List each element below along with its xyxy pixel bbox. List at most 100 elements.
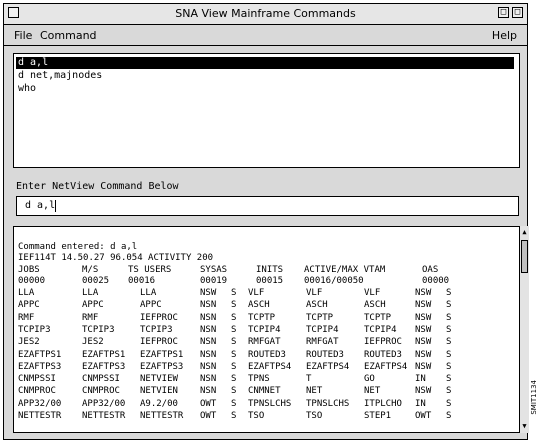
table-cell: NETTESTR bbox=[18, 411, 62, 421]
table-cell: APP32/00 bbox=[18, 398, 62, 409]
menu-bar: File Command Help bbox=[4, 25, 527, 46]
table-cell: EZAFTPS3 bbox=[140, 361, 184, 372]
table-cell: S bbox=[231, 300, 237, 311]
table-cell: S bbox=[231, 386, 237, 397]
table-cell: EZAFTPS1 bbox=[140, 349, 184, 360]
table-cell: EZAFTPS4 bbox=[364, 361, 408, 372]
table-cell: LLA bbox=[82, 288, 99, 298]
table-cell: TCPIP4 bbox=[248, 324, 281, 335]
table-cell: CNMPSSI bbox=[82, 374, 120, 385]
table-cell: EZAFTPS4 bbox=[306, 361, 350, 372]
table-cell: NSN bbox=[200, 300, 217, 311]
table-cell: S bbox=[446, 288, 452, 298]
table-cell: S bbox=[446, 411, 452, 421]
table-cell: TSO bbox=[248, 411, 265, 421]
history-item[interactable]: d net,majnodes bbox=[16, 70, 102, 82]
figure-caption: SMIT1134 bbox=[530, 380, 538, 415]
table-cell: CNMPROC bbox=[18, 386, 56, 397]
table-cell: IEFPROC bbox=[140, 312, 178, 323]
table-cell: OWT bbox=[200, 411, 217, 421]
history-item[interactable]: who bbox=[16, 83, 36, 95]
table-cell: IEFPROC bbox=[364, 337, 402, 348]
table-cell: OAS bbox=[422, 265, 439, 275]
table-cell: ROUTED3 bbox=[306, 349, 344, 360]
output-scrollbar[interactable]: ▲ ▼ bbox=[519, 226, 529, 433]
table-cell: S bbox=[231, 349, 237, 360]
table-cell: STEP1 bbox=[364, 411, 392, 421]
table-cell: TCPIP3 bbox=[18, 324, 51, 335]
table-cell: EZAFTPS1 bbox=[82, 349, 126, 360]
table-cell: ASCH bbox=[248, 300, 270, 311]
app-window: SNA View Mainframe Commands □ □ File Com… bbox=[3, 3, 529, 440]
table-cell: NETTESTR bbox=[82, 411, 126, 421]
table-cell: RMFGAT bbox=[248, 337, 281, 348]
table-cell: 00015 bbox=[256, 276, 284, 286]
table-cell: TCPIP4 bbox=[364, 324, 397, 335]
menu-command[interactable]: Command bbox=[40, 29, 97, 42]
table-cell: ACTIVE/MAX VTAM bbox=[304, 265, 386, 275]
table-cell: S bbox=[446, 398, 452, 409]
command-history-list[interactable]: d a,l d net,majnodes who bbox=[13, 53, 520, 168]
table-cell: EZAFTPS3 bbox=[18, 361, 62, 372]
table-cell: NET bbox=[306, 386, 323, 397]
table-cell: CNMPROC bbox=[82, 386, 120, 397]
table-cell: LLA bbox=[140, 288, 157, 298]
table-cell: EZAFTPS3 bbox=[82, 361, 126, 372]
table-cell: EZAFTPS4 bbox=[248, 361, 292, 372]
table-cell: S bbox=[231, 312, 237, 323]
table-cell: RMF bbox=[18, 312, 35, 323]
table-cell: NSN bbox=[200, 312, 217, 323]
table-cell: ASCH bbox=[306, 300, 328, 311]
table-cell: 00016/00050 bbox=[304, 276, 364, 286]
table-cell: TS USERS bbox=[128, 265, 172, 275]
text-caret bbox=[55, 200, 56, 212]
table-cell: TPNSLCHS bbox=[248, 398, 292, 409]
table-cell: S bbox=[231, 337, 237, 348]
command-output[interactable]: Command entered: d a,l IEF114T 14.50.27 … bbox=[13, 226, 520, 433]
table-cell: IEFPROC bbox=[140, 337, 178, 348]
table-cell: NSW bbox=[415, 288, 432, 298]
table-cell: OWT bbox=[200, 398, 217, 409]
table-cell: NETVIEW bbox=[140, 374, 178, 385]
table-cell: NSN bbox=[200, 324, 217, 335]
maximize-icon: □ bbox=[514, 7, 521, 17]
maximize-button[interactable]: □ bbox=[512, 7, 523, 18]
table-cell: NSN bbox=[200, 337, 217, 348]
status-line: IEF114T 14.50.27 96.054 ACTIVITY 200 bbox=[18, 253, 214, 263]
table-cell: RMF bbox=[82, 312, 99, 323]
table-cell: ROUTED3 bbox=[364, 349, 402, 360]
table-cell: VLF bbox=[364, 288, 381, 298]
scroll-up-icon[interactable]: ▲ bbox=[520, 228, 529, 237]
table-cell: APPC bbox=[18, 300, 40, 311]
table-cell: NSN bbox=[200, 349, 217, 360]
table-cell: VLF bbox=[248, 288, 265, 298]
table-cell: NSW bbox=[415, 324, 432, 335]
command-input[interactable]: d a,l bbox=[16, 196, 519, 216]
table-cell: CNMPSSI bbox=[18, 374, 56, 385]
table-cell: 00000 bbox=[18, 276, 46, 286]
table-cell: RMFGAT bbox=[306, 337, 339, 348]
table-cell: NSW bbox=[415, 349, 432, 360]
table-cell: S bbox=[446, 349, 452, 360]
table-cell: NET bbox=[364, 386, 381, 397]
command-input-value: d a,l bbox=[25, 200, 56, 211]
title-bar[interactable]: SNA View Mainframe Commands □ □ bbox=[4, 4, 527, 25]
table-cell: SYSAS bbox=[200, 265, 228, 275]
table-cell: INITS bbox=[256, 265, 284, 275]
table-cell: NSW bbox=[415, 386, 432, 397]
table-cell: S bbox=[446, 386, 452, 397]
menu-help[interactable]: Help bbox=[492, 29, 517, 42]
scroll-down-icon[interactable]: ▼ bbox=[520, 422, 529, 431]
scroll-thumb[interactable] bbox=[521, 240, 528, 273]
command-echo: Command entered: d a,l bbox=[18, 242, 138, 252]
history-item-selected[interactable]: d a,l bbox=[16, 57, 514, 69]
table-cell: APP32/00 bbox=[82, 398, 126, 409]
table-cell: S bbox=[231, 411, 237, 421]
minimize-button[interactable]: □ bbox=[498, 7, 509, 18]
table-cell: NSW bbox=[200, 288, 217, 298]
table-cell: A9.2/00 bbox=[140, 398, 178, 409]
table-cell: S bbox=[446, 374, 452, 385]
table-cell: JOBS bbox=[18, 265, 40, 275]
table-cell: TCPTP bbox=[248, 312, 276, 323]
menu-file[interactable]: File bbox=[14, 29, 32, 42]
